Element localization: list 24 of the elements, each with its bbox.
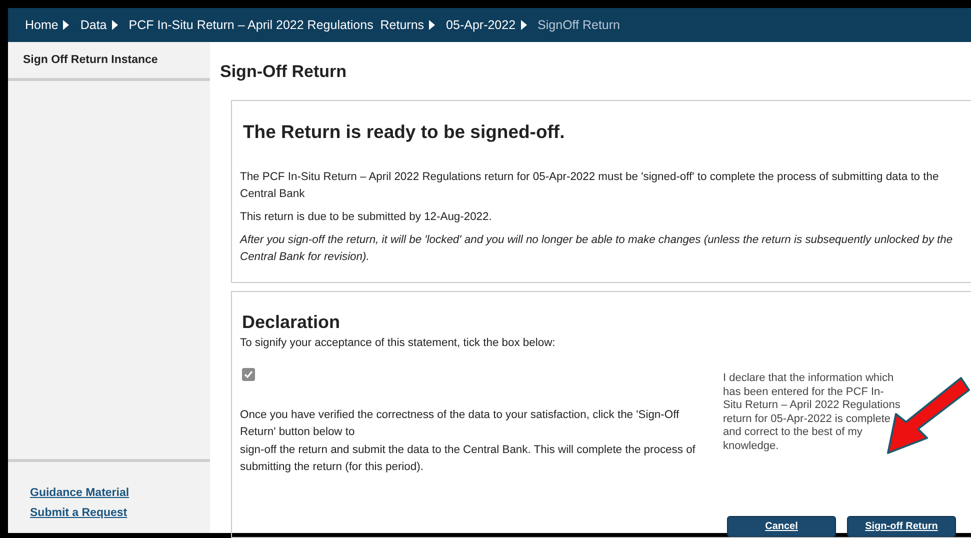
sidebar-link[interactable]: Submit a Request — [30, 507, 128, 519]
sidebar-item[interactable]: Sign Off Return Instance — [8, 42, 210, 81]
caret-icon — [63, 20, 70, 30]
caret-icon — [520, 20, 527, 30]
breadcrumb-item[interactable]: Home — [25, 18, 70, 32]
action-button[interactable]: Sign-off Return — [847, 516, 956, 537]
acceptance-checkbox[interactable] — [242, 368, 255, 381]
sidebar-link[interactable]: Guidance Material — [30, 487, 130, 499]
caret-icon — [112, 20, 118, 30]
action-button[interactable]: Cancel — [727, 516, 836, 537]
paragraph: sign-off the return and submit the data to the Central Bank. This will complete the process of submitting the return (for this period). — [240, 443, 696, 475]
caret-icon — [429, 20, 436, 30]
panel-heading: The Return is ready to be signed-off. — [243, 121, 566, 143]
page-title: Sign-Off Return — [220, 62, 348, 82]
breadcrumb-item[interactable]: 05-Apr-2022 — [446, 18, 527, 32]
breadcrumb-item[interactable]: SignOff Return — [538, 18, 620, 32]
breadcrumb-item[interactable]: Data — [80, 18, 118, 32]
declaration-statement: I declare that the information which has been entered for the PCF In-Situ Return – April 2022 Regulations return for 05-Apr-2022 is complete and correct to the best of my knowledge. — [723, 372, 901, 454]
instruction-text: To signify your acceptance of this statement, tick the box below: — [240, 336, 556, 351]
panel-heading: Declaration — [242, 312, 342, 333]
breadcrumb-item[interactable]: PCF In-Situ Return – April 2022 Regulations Returns — [128, 18, 436, 32]
paragraph: This return is due to be submitted by 12-Aug-2022. — [240, 210, 493, 225]
paragraph: After you sign-off the return, it will be 'locked' and you will no longer be able to make changes (unless the return is subsequently unlocked by the Central Bank for revision). — [240, 233, 954, 265]
paragraph: The PCF In-Situ Return – April 2022 Regulations return for 05-Apr-2022 must be 'signed-off' to complete the process of submitting data to the Central Bank — [240, 170, 940, 202]
